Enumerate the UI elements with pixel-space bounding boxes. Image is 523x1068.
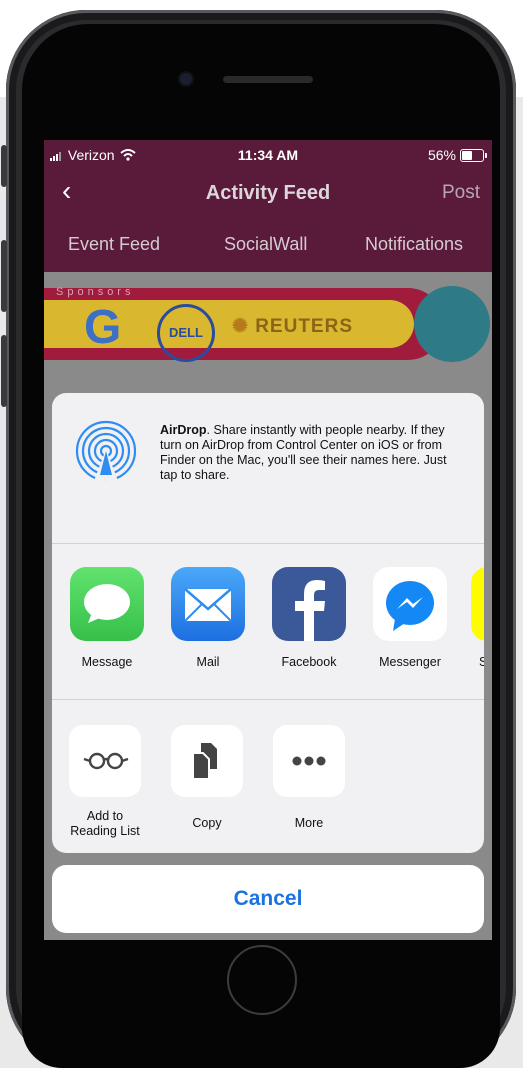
battery-icon bbox=[460, 149, 487, 162]
share-app-messenger[interactable]: Messenger bbox=[371, 567, 449, 669]
sponsor-circle bbox=[414, 286, 490, 362]
battery-fill bbox=[462, 151, 472, 160]
mail-icon bbox=[171, 567, 245, 641]
reuters-mark-icon: ✺ bbox=[232, 316, 249, 337]
share-sheet: AirDrop. Share instantly with people nea… bbox=[52, 393, 484, 853]
copy-icon bbox=[171, 725, 243, 797]
tab-notifications[interactable]: Notifications bbox=[365, 234, 463, 255]
action-label: Copy bbox=[192, 816, 222, 830]
sponsors-label: Sponsors bbox=[56, 286, 135, 298]
share-app-snapchat[interactable]: S bbox=[471, 567, 484, 669]
clock: 11:34 AM bbox=[237, 147, 299, 163]
messenger-icon bbox=[373, 567, 447, 641]
mute-switch bbox=[1, 145, 7, 187]
share-app-message[interactable]: Message bbox=[68, 567, 146, 669]
share-app-mail[interactable]: Mail bbox=[169, 567, 247, 669]
google-logo: G bbox=[84, 301, 122, 354]
earpiece-speaker bbox=[223, 76, 313, 83]
share-app-label: Messenger bbox=[379, 655, 441, 669]
snapchat-icon bbox=[471, 567, 484, 641]
cancel-button[interactable]: Cancel bbox=[52, 865, 484, 933]
reuters-logo: ✺ REUTERS bbox=[232, 315, 353, 338]
battery-percent: 56% bbox=[427, 147, 456, 163]
action-label: More bbox=[294, 816, 324, 830]
share-app-facebook[interactable]: Facebook bbox=[270, 567, 348, 669]
front-camera bbox=[180, 73, 192, 85]
post-button[interactable]: Post bbox=[442, 182, 480, 204]
tab-socialwall[interactable]: SocialWall bbox=[224, 234, 307, 255]
nav-bar: ‹ Activity Feed Post bbox=[44, 170, 492, 216]
airdrop-icon bbox=[75, 420, 137, 482]
share-app-label: Message bbox=[81, 655, 133, 669]
page-title: Activity Feed bbox=[205, 182, 331, 204]
airdrop-section[interactable]: AirDrop. Share instantly with people nea… bbox=[52, 393, 484, 543]
action-label: Add to Reading List bbox=[70, 809, 140, 838]
action-more[interactable]: More bbox=[264, 725, 354, 831]
message-icon bbox=[70, 567, 144, 641]
share-app-label: Facebook bbox=[281, 655, 337, 669]
dell-logo: DELL bbox=[157, 304, 215, 362]
action-add-to-reading-list[interactable]: Add to Reading List bbox=[60, 725, 150, 839]
tab-event-feed[interactable]: Event Feed bbox=[68, 234, 160, 255]
app-header: Verizon 11:34 AM 56% ‹ Activity Feed Pos… bbox=[44, 140, 492, 272]
airdrop-title: AirDrop bbox=[160, 423, 207, 437]
action-copy[interactable]: Copy bbox=[162, 725, 252, 831]
facebook-icon bbox=[272, 567, 346, 641]
home-button[interactable] bbox=[227, 945, 297, 1015]
share-app-label: Mail bbox=[196, 655, 220, 669]
volume-down-button bbox=[1, 335, 7, 407]
airdrop-description: AirDrop. Share instantly with people nea… bbox=[160, 423, 465, 483]
volume-up-button bbox=[1, 240, 7, 312]
more-icon bbox=[273, 725, 345, 797]
glasses-icon bbox=[69, 725, 141, 797]
reuters-logo-text: REUTERS bbox=[255, 316, 353, 337]
share-actions-row: Add to Reading List Copy More bbox=[52, 700, 484, 853]
tab-bar: Event Feed SocialWall Notifications bbox=[44, 234, 492, 260]
status-bar: Verizon 11:34 AM 56% bbox=[44, 140, 492, 170]
share-apps-row: Message Mail Facebook Messenger S bbox=[52, 544, 484, 699]
share-app-label: S bbox=[479, 655, 484, 669]
